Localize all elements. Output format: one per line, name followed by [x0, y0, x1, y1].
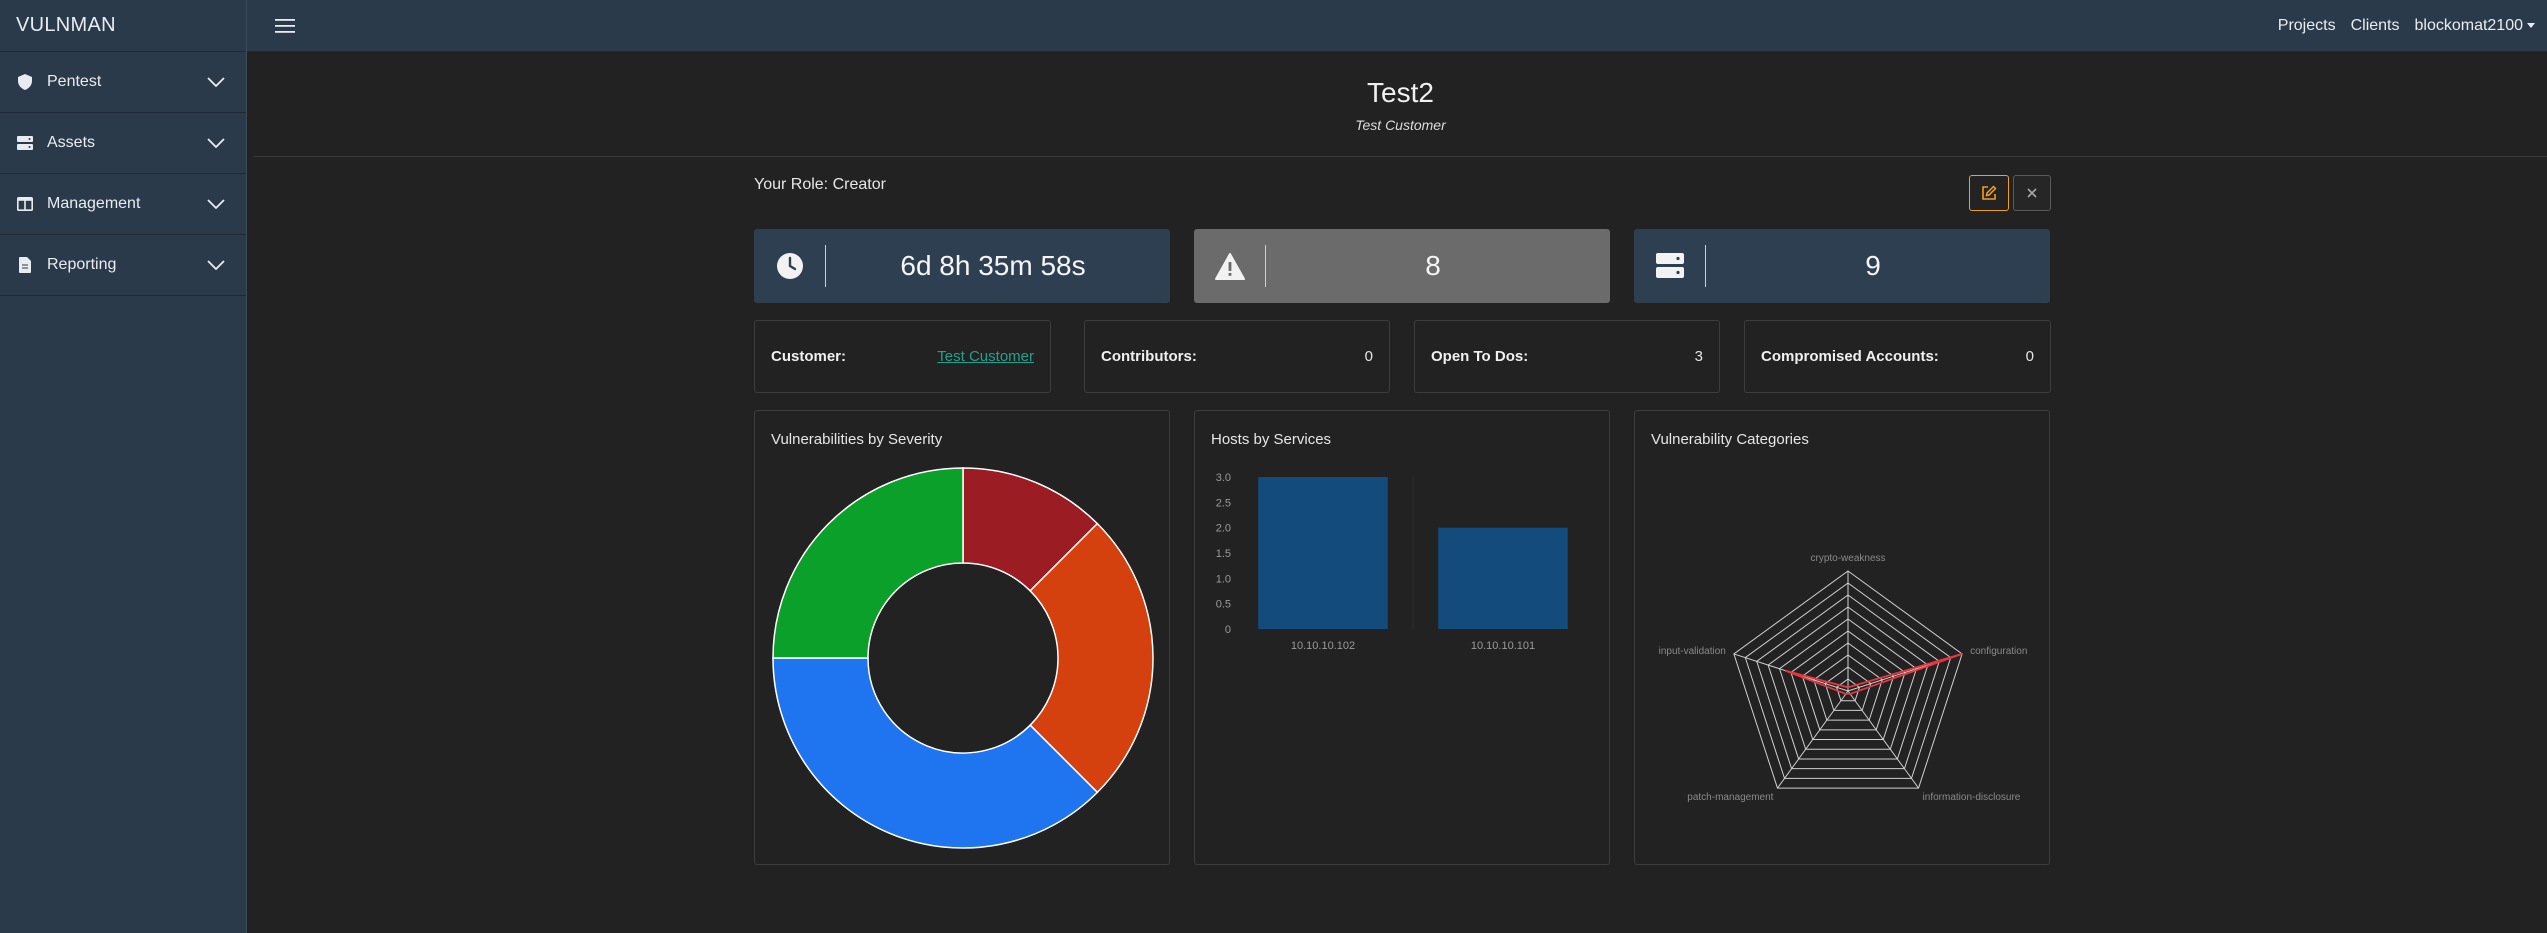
- accounts-value: 0: [2025, 348, 2034, 365]
- shield-icon: [16, 73, 34, 91]
- card-severity-chart: Vulnerabilities by Severity: [754, 410, 1170, 865]
- sidebar-item-label: Assets: [47, 134, 96, 151]
- page-header: Test2 Test Customer: [254, 52, 2547, 157]
- card-categories-chart: crypto-weakness configuration information-…: [1634, 410, 2050, 865]
- info-customer: Customer: Test Customer: [754, 320, 1051, 393]
- info-compromised-accounts: Compromised Accounts: 0: [1744, 320, 2051, 393]
- sidebar-item-label: Pentest: [47, 73, 102, 90]
- y-tick-label: 1.0: [1216, 573, 1231, 585]
- donut-slice: [772, 467, 964, 659]
- chevron-down-icon: [206, 194, 226, 214]
- close-icon: [2027, 188, 2037, 198]
- sidebar-item-pentest[interactable]: Pentest: [0, 52, 246, 113]
- chart-title: Hosts by Services: [1211, 431, 1332, 448]
- nav-projects-link[interactable]: Projects: [2278, 17, 2336, 35]
- info-contributors: Contributors: 0: [1084, 320, 1390, 393]
- radar-axis-label: information-disclosure: [1923, 792, 2021, 803]
- contributors-label: Contributors:: [1101, 348, 1197, 365]
- close-button[interactable]: [2013, 175, 2051, 211]
- page-title: Test2: [1367, 77, 1434, 108]
- y-tick-label: 0: [1225, 624, 1231, 636]
- severity-donut-chart: [772, 467, 1154, 849]
- project-duration: 6d 8h 35m 58s: [900, 250, 1086, 281]
- bar: [1438, 527, 1568, 629]
- vulnerability-count: 8: [1425, 250, 1441, 281]
- y-tick-label: 2.5: [1216, 497, 1231, 509]
- todos-label: Open To Dos:: [1431, 348, 1529, 365]
- user-name: blockomat2100: [2414, 16, 2523, 34]
- user-role: Your Role: Creator: [754, 176, 886, 193]
- caret-down-icon: [2527, 22, 2535, 28]
- bar: [1258, 477, 1388, 629]
- page-subtitle: Test Customer: [1355, 117, 1446, 133]
- server-icon: [16, 134, 34, 152]
- sidebar-item-assets[interactable]: Assets: [0, 113, 246, 174]
- edit-button[interactable]: [1969, 175, 2009, 211]
- sidebar-item-reporting[interactable]: Reporting: [0, 235, 246, 296]
- radar-axis-label: patch-management: [1687, 792, 1773, 803]
- contributors-value: 0: [1364, 348, 1373, 365]
- warning-icon: [1194, 245, 1266, 287]
- y-tick-label: 2.0: [1216, 523, 1231, 535]
- top-nav-links: Projects Clients blockomat2100: [2278, 17, 2535, 35]
- radar-axis-label: configuration: [1970, 646, 2027, 657]
- columns-icon: [16, 195, 34, 213]
- host-count: 9: [1865, 250, 1881, 281]
- stat-card-duration: 6d 8h 35m 58s: [754, 229, 1170, 303]
- y-tick-label: 1.5: [1216, 548, 1231, 560]
- x-tick-label: 10.10.10.101: [1471, 640, 1535, 652]
- chevron-down-icon: [206, 133, 226, 153]
- categories-radar-chart: crypto-weakness configuration information-…: [1659, 553, 2028, 803]
- card-hosts-chart: 0 0.5 1.0 1.5 2.0 2.5 3.0 10.10.10.102 10.10.10.…: [1194, 410, 1610, 865]
- y-tick-label: 0.5: [1216, 599, 1231, 611]
- stat-card-hosts: 9: [1634, 229, 2050, 303]
- hosts-bar-chart: 0 0.5 1.0 1.5 2.0 2.5 3.0 10.10.10.102 10.10.10.…: [1216, 472, 1568, 652]
- customer-link[interactable]: Test Customer: [937, 348, 1034, 365]
- x-tick-label: 10.10.10.102: [1291, 640, 1355, 652]
- chevron-down-icon: [206, 72, 226, 92]
- server-icon: [1634, 245, 1706, 287]
- customer-label: Customer:: [771, 348, 847, 365]
- sidebar-item-label: Reporting: [47, 256, 117, 273]
- info-open-todos: Open To Dos: 3: [1414, 320, 1720, 393]
- file-icon: [16, 256, 34, 274]
- sidebar: VULNMAN Pentest Assets Management Report: [0, 0, 247, 933]
- sidebar-item-label: Management: [47, 195, 141, 212]
- chart-title: Vulnerabilities by Severity: [771, 431, 943, 448]
- donut-slice: [772, 657, 1099, 849]
- top-navbar: Projects Clients blockomat2100: [247, 0, 2547, 52]
- accounts-label: Compromised Accounts:: [1761, 348, 1939, 365]
- edit-icon: [1982, 185, 1997, 200]
- chevron-down-icon: [206, 255, 226, 275]
- clock-icon: [754, 245, 826, 287]
- radar-axis-label: input-validation: [1659, 646, 1726, 657]
- stat-card-vulnerabilities: 8: [1194, 229, 1610, 303]
- user-menu[interactable]: blockomat2100: [2414, 17, 2535, 35]
- hamburger-menu-icon[interactable]: [275, 16, 295, 36]
- chart-title: Vulnerability Categories: [1651, 431, 1809, 448]
- y-tick-label: 3.0: [1216, 472, 1231, 484]
- sidebar-item-management[interactable]: Management: [0, 174, 246, 235]
- todos-value: 3: [1694, 348, 1703, 365]
- brand-logo[interactable]: VULNMAN: [0, 0, 246, 52]
- radar-axis-label: crypto-weakness: [1810, 553, 1885, 564]
- nav-clients-link[interactable]: Clients: [2351, 17, 2400, 35]
